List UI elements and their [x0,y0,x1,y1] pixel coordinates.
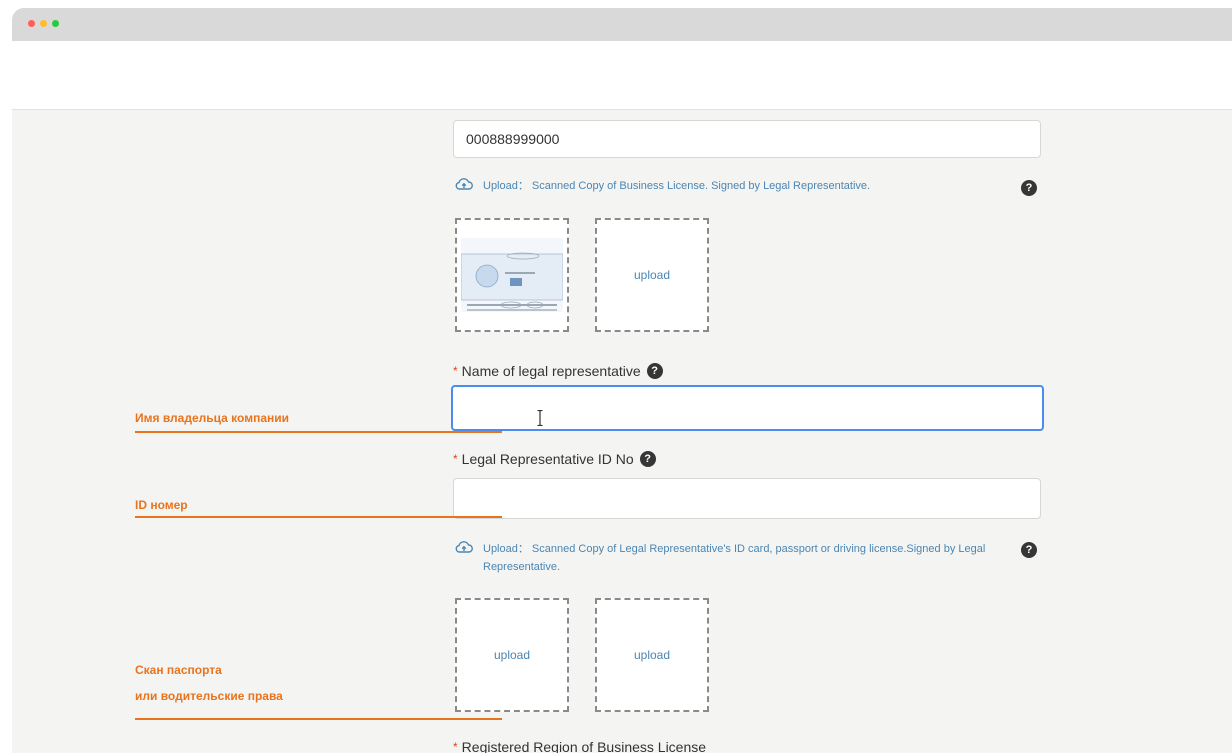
legal-rep-name-help-icon[interactable]: ? [646,363,663,379]
minimize-window-button[interactable] [40,20,47,27]
annotation-owner-name: Имя владельца компании [135,411,289,425]
annotation-passport-scan-line [135,718,502,720]
annotation-id-number: ID номер [135,498,188,512]
upload-description: Scanned Copy of Business License. Signed… [531,180,871,192]
required-mark: * [453,452,458,466]
id-upload-row: Upload： Scanned Copy of Legal Representa… [455,540,1045,576]
business-license-document-image [461,238,563,312]
legal-rep-name-label: * Name of legal representative ? [453,363,663,379]
window-titlebar [12,8,1232,41]
registered-region-label-text: Registered Region of Business License [461,739,707,753]
legal-rep-name-label-text: Name of legal representative [461,363,641,379]
upload-description: Scanned Copy of Legal Representative's I… [483,543,986,573]
legal-rep-id-help-icon[interactable]: ? [639,451,656,467]
business-license-help-icon[interactable]: ? [1021,180,1037,196]
id-upload-help-icon[interactable]: ? [1021,542,1037,558]
upload-label: Upload： [483,180,529,192]
required-mark: * [453,364,458,378]
annotation-passport-scan-line2: или водительские права [135,689,283,703]
browser-window: 000888999000 Upload： Scanned Copy of Bus… [12,8,1232,753]
legal-rep-id-input[interactable] [453,478,1041,519]
uploaded-business-license-thumbnail[interactable] [455,218,569,332]
legal-rep-id-label: * Legal Representative ID No ? [453,451,656,467]
annotation-owner-name-line [135,431,502,433]
upload-box-label: upload [493,648,531,662]
legal-rep-id-label-text: Legal Representative ID No [461,451,634,467]
upload-label: Upload： [483,543,529,555]
business-license-number-input[interactable]: 000888999000 [453,120,1041,158]
maximize-window-button[interactable] [52,20,59,27]
cloud-upload-icon [455,178,473,190]
close-window-button[interactable] [28,20,35,27]
annotation-passport-scan-line1: Скан паспорта [135,663,222,677]
annotation-id-number-line [135,516,502,518]
id-upload-box-1[interactable]: upload [455,598,569,712]
text-cursor-icon [537,410,543,426]
form-content-area: 000888999000 Upload： Scanned Copy of Bus… [12,110,1232,753]
required-mark: * [453,740,458,753]
upload-box-label: upload [633,648,671,662]
id-upload-text[interactable]: Upload： Scanned Copy of Legal Representa… [483,540,1003,576]
cloud-upload-icon [455,541,473,553]
id-upload-box-2[interactable]: upload [595,598,709,712]
business-license-upload-box[interactable]: upload [595,218,709,332]
upload-box-label: upload [633,268,671,282]
registered-region-label: * Registered Region of Business License [453,739,706,753]
business-license-upload-row: Upload： Scanned Copy of Business License… [455,177,1045,195]
business-license-number-value: 000888999000 [466,131,560,147]
business-license-upload-text[interactable]: Upload： Scanned Copy of Business License… [483,177,1003,195]
browser-toolbar-area [12,41,1232,110]
